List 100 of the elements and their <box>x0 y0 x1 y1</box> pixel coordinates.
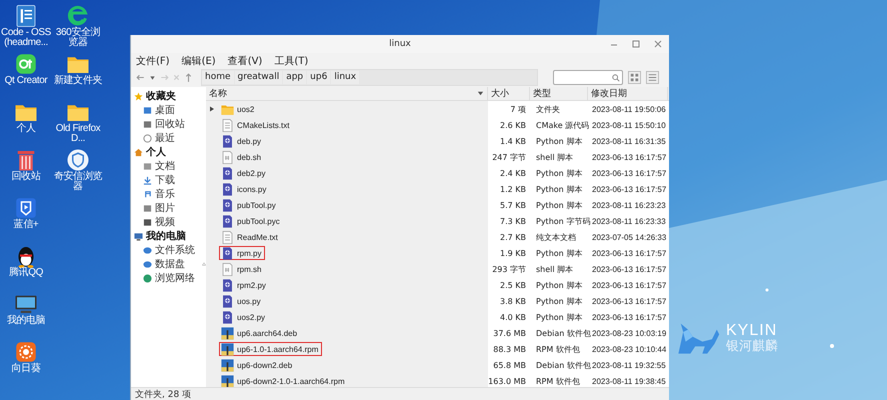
file-type: Debian 软件包 <box>536 328 591 338</box>
modified-date: 2023-06-13 16:17:57 <box>592 296 666 306</box>
maximize-icon[interactable] <box>631 39 641 49</box>
column-header[interactable]: 名称 <box>209 87 227 100</box>
desktop-icon-label[interactable]: 360安全浏览器 <box>52 28 104 48</box>
window-title: linux <box>389 39 411 49</box>
python-file-icon <box>221 134 234 148</box>
file-size: 2.7 KB <box>500 232 526 242</box>
menu-item[interactable]: 文件(F) <box>136 54 170 68</box>
package-icon <box>221 358 234 372</box>
column-header[interactable]: 修改日期 <box>591 87 627 100</box>
path-segment[interactable]: up6 <box>307 71 330 84</box>
python-file-icon <box>221 166 234 180</box>
column-header[interactable]: 类型 <box>533 87 551 100</box>
desktop-icon-label[interactable]: Code - OSS (headme... <box>0 28 52 48</box>
modified-date: 2023-08-11 19:50:06 <box>592 104 666 114</box>
desktop-icon-label[interactable]: 向日葵 <box>0 364 52 374</box>
file-size: 1.4 KB <box>500 136 526 146</box>
desktop-icon-label[interactable]: 个人 <box>0 124 52 134</box>
file-name[interactable]: uos2 <box>237 104 254 114</box>
python-file-icon <box>221 198 234 212</box>
modified-date: 2023-06-13 16:17:57 <box>592 248 666 258</box>
menu-item[interactable]: 编辑(E) <box>182 54 216 68</box>
desktop-icon-label[interactable]: 回收站 <box>0 172 52 182</box>
code-editor-icon[interactable] <box>14 4 38 28</box>
sidebar-item[interactable]: 文档 <box>155 159 175 173</box>
browser-icon[interactable] <box>66 4 90 28</box>
file-name[interactable]: CMakeLists.txt <box>237 120 290 130</box>
file-size: 163.0 MB <box>488 376 526 386</box>
file-type: Python 脚本 <box>536 136 582 146</box>
sidebar-item[interactable]: 音乐 <box>155 187 175 201</box>
desktop-icon-label[interactable]: 新建文件夹 <box>52 76 104 86</box>
file-name[interactable]: up6-down2.deb <box>237 360 292 370</box>
menu-item[interactable]: 工具(T) <box>274 54 308 68</box>
home-icon <box>134 148 143 156</box>
file-name[interactable]: pubTool.py <box>237 200 276 210</box>
expand-arrow-icon[interactable] <box>209 106 215 112</box>
path-segment[interactable]: linux <box>331 71 360 84</box>
sidebar-item[interactable]: 浏览网络 <box>155 271 195 285</box>
file-type: Python 脚本 <box>536 312 582 322</box>
file-type: Debian 软件包 <box>536 360 591 370</box>
file-name[interactable]: up6-1.0-1.aarch64.rpm <box>237 344 318 354</box>
file-type: Python 脚本 <box>536 200 582 210</box>
file-type: RPM 软件包 <box>536 344 580 354</box>
desktop-icon-label[interactable]: 奇安信浏览器 <box>52 172 104 192</box>
sidebar-heading[interactable]: 我的电脑 <box>146 229 186 243</box>
column-header[interactable]: 大小 <box>491 87 509 100</box>
file-name[interactable]: pubTool.pyc <box>237 216 280 226</box>
sidebar-item[interactable]: 视频 <box>155 215 175 229</box>
modified-date: 2023-08-23 10:10:44 <box>592 344 666 354</box>
menu-item[interactable]: 查看(V) <box>228 54 262 68</box>
file-name[interactable]: rpm.sh <box>237 264 262 274</box>
desktop-icon-label[interactable]: 蓝信+ <box>0 220 52 230</box>
grid-view-icon[interactable] <box>628 71 641 84</box>
path-segment[interactable]: greatwall <box>234 71 282 84</box>
sidebar-item[interactable]: 回收站 <box>155 117 185 131</box>
file-type: 纯文本文档 <box>536 232 576 242</box>
file-type: Python 脚本 <box>536 184 582 194</box>
sidebar-item[interactable]: 最近 <box>155 131 175 145</box>
shield-icon[interactable] <box>66 148 90 172</box>
modified-date: 2023-08-23 10:03:19 <box>592 328 666 338</box>
sidebar-item[interactable]: 下载 <box>155 173 175 187</box>
computer-icon <box>134 232 143 240</box>
path-segment[interactable]: home <box>202 71 234 84</box>
sidebar-heading[interactable]: 个人 <box>146 145 166 159</box>
file-name[interactable]: uos2.py <box>237 312 266 322</box>
modified-date: 2023-06-13 16:17:57 <box>592 168 666 178</box>
sidebar-heading[interactable]: 收藏夹 <box>146 89 176 103</box>
folder-icon <box>221 102 234 116</box>
file-name[interactable]: deb.sh <box>237 152 262 162</box>
modified-date: 2023-08-11 16:31:35 <box>592 136 666 146</box>
close-icon[interactable] <box>653 39 663 49</box>
clock-icon <box>143 134 152 142</box>
file-name[interactable]: deb.py <box>237 136 262 146</box>
file-size: 37.6 MB <box>493 328 526 338</box>
file-size: 247 字节 <box>492 152 526 162</box>
desktop-icon-label[interactable]: Old Firefox D... <box>52 124 104 144</box>
modified-date: 2023-06-13 16:17:57 <box>592 312 666 322</box>
package-icon <box>221 342 234 356</box>
sidebar-item[interactable]: 数据盘 <box>155 257 185 271</box>
file-name[interactable]: icons.py <box>237 184 266 194</box>
file-name[interactable]: uos.py <box>237 296 261 306</box>
file-name[interactable]: rpm.py <box>237 248 262 258</box>
back-arrow-icon[interactable] <box>135 72 146 83</box>
up-arrow-icon[interactable] <box>183 72 194 83</box>
sidebar-item[interactable]: 图片 <box>155 201 175 215</box>
desktop-icon-label[interactable]: 腾讯QQ <box>0 268 52 278</box>
search-field[interactable] <box>553 70 623 85</box>
desktop-icon-label[interactable]: 我的电脑 <box>0 316 52 326</box>
file-name[interactable]: ReadMe.txt <box>237 232 278 242</box>
file-name[interactable]: deb2.py <box>237 168 266 178</box>
list-view-icon[interactable] <box>646 71 659 84</box>
file-name[interactable]: rpm2.py <box>237 280 266 290</box>
desktop-icon-label[interactable]: Qt Creator <box>0 76 52 86</box>
path-segment[interactable]: app <box>283 71 306 84</box>
sidebar-item[interactable]: 桌面 <box>155 103 175 117</box>
file-name[interactable]: up6.aarch64.deb <box>237 328 298 338</box>
python-file-icon <box>221 310 234 324</box>
sidebar-item[interactable]: 文件系统 <box>155 243 195 257</box>
sort-caret-icon[interactable] <box>477 90 484 97</box>
